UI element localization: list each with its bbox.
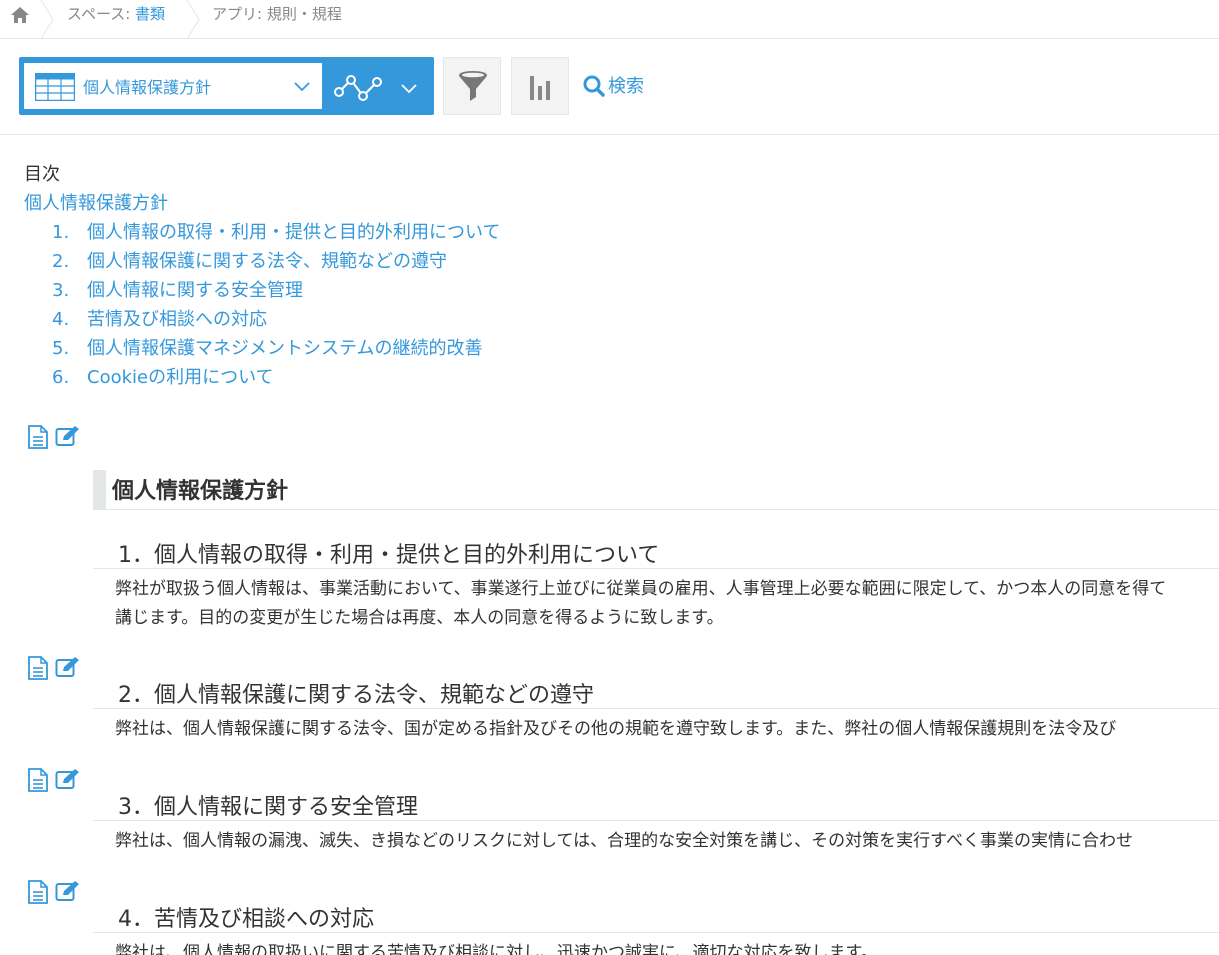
toc-item-label: 個人情報に関する安全管理 (87, 280, 303, 301)
record-actions (27, 425, 83, 449)
section-body-line: 弊社が取扱う個人情報は、事業活動において、事業遂行上並びに従業員の雇用、人事管理… (115, 579, 1167, 599)
breadcrumb-separator (40, 0, 54, 39)
chevron-down-icon[interactable] (293, 80, 311, 92)
main-heading-text: 個人情報保護方針 (112, 479, 289, 504)
edit-icon[interactable] (55, 880, 81, 902)
search-label: 検索 (608, 76, 644, 97)
document-icon[interactable] (27, 656, 49, 680)
edit-icon[interactable] (55, 656, 81, 678)
toc-item[interactable]: 5. 個人情報保護マネジメントシステムの継続的改善 (52, 334, 482, 360)
divider (0, 134, 1219, 135)
toc-item-label: 個人情報保護に関する法令、規範などの遵守 (87, 251, 447, 272)
section-body: 弊社は、個人情報の漏洩、滅失、き損などのリスクに対しては、合理的な安全対策を講じ… (115, 827, 1219, 856)
section-heading: 3．個人情報に関する安全管理 (93, 789, 1219, 821)
filter-icon (459, 71, 487, 101)
section-heading: 1．個人情報の取得・利用・提供と目的外利用について (93, 537, 1219, 569)
section-heading-text: 4．苦情及び相談への対応 (118, 907, 374, 932)
filter-button[interactable] (443, 57, 501, 115)
toc-item-number: 1. (52, 222, 70, 243)
document-icon[interactable] (27, 768, 49, 792)
toc-item-number: 6. (52, 367, 70, 388)
toc-item[interactable]: 4. 苦情及び相談への対応 (52, 305, 267, 331)
graph-icon[interactable] (333, 70, 383, 104)
breadcrumb: スペース: 書類 アプリ: 規則・規程 (0, 0, 1219, 39)
toc-item[interactable]: 3. 個人情報に関する安全管理 (52, 276, 303, 302)
record-actions (27, 656, 83, 680)
toc-title: 目次 (24, 164, 60, 185)
document-icon[interactable] (27, 425, 49, 449)
section-body: 弊社が取扱う個人情報は、事業活動において、事業遂行上並びに従業員の雇用、人事管理… (115, 575, 1219, 633)
edit-icon[interactable] (55, 768, 81, 790)
section-body-line: 弊社は、個人情報の漏洩、滅失、き損などのリスクに対しては、合理的な安全対策を講じ… (115, 831, 1133, 851)
section-body: 弊社は、個人情報保護に関する法令、国が定める指針及びその他の規範を遵守致します。… (115, 715, 1219, 744)
toc-item-number: 2. (52, 251, 70, 272)
toc-item-number: 5. (52, 338, 70, 359)
toc-main-link[interactable]: 個人情報保護方針 (24, 189, 168, 215)
section-heading-text: 2．個人情報保護に関する法令、規範などの遵守 (118, 683, 594, 708)
home-icon[interactable] (9, 5, 31, 25)
section-body-line: 弊社は、個人情報の取扱いに関する苦情及び相談に対し、迅速かつ誠実に、適切な対応を… (115, 943, 878, 955)
breadcrumb-separator (186, 0, 200, 39)
toc-item[interactable]: 1. 個人情報の取得・利用・提供と目的外利用について (52, 218, 500, 244)
breadcrumb-space-prefix: スペース: (67, 5, 136, 23)
toc-item-number: 3. (52, 280, 70, 301)
record-actions (27, 880, 83, 904)
view-name: 個人情報保護方針 (83, 78, 212, 97)
breadcrumb-space[interactable]: スペース: 書類 (67, 3, 165, 24)
search-icon (583, 75, 605, 97)
section-heading: 4．苦情及び相談への対応 (93, 901, 1219, 933)
toc-item-number: 4. (52, 309, 70, 330)
graph-button[interactable] (511, 57, 569, 115)
toc-item-label: 苦情及び相談への対応 (87, 309, 267, 330)
bar-chart-icon (530, 76, 550, 100)
chevron-down-icon[interactable] (400, 82, 418, 94)
toc-item-label: 個人情報保護マネジメントシステムの継続的改善 (87, 338, 483, 359)
breadcrumb-app[interactable]: アプリ: 規則・規程 (212, 3, 342, 24)
section-heading-text: 3．個人情報に関する安全管理 (118, 795, 418, 820)
table-view-icon (35, 73, 75, 101)
document-icon[interactable] (27, 880, 49, 904)
section-body-line: 講じます。目的の変更が生じた場合は再度、本人の同意を得るように致します。 (115, 608, 724, 628)
toc-item-label: Cookieの利用について (87, 367, 274, 388)
main-heading: 個人情報保護方針 (93, 470, 1219, 510)
toc-item[interactable]: 2. 個人情報保護に関する法令、規範などの遵守 (52, 247, 447, 273)
record-actions (27, 768, 83, 792)
section-heading: 2．個人情報保護に関する法令、規範などの遵守 (93, 677, 1219, 709)
toc-item[interactable]: 6. Cookieの利用について (52, 363, 274, 389)
section-heading-text: 1．個人情報の取得・利用・提供と目的外利用について (118, 543, 660, 568)
section-body-line: 弊社は、個人情報保護に関する法令、国が定める指針及びその他の規範を遵守致します。… (115, 719, 1117, 739)
breadcrumb-space-link[interactable]: 書類 (135, 5, 165, 23)
toc-item-label: 個人情報の取得・利用・提供と目的外利用について (87, 222, 501, 243)
section-body: 弊社は、個人情報の取扱いに関する苦情及び相談に対し、迅速かつ誠実に、適切な対応を… (115, 939, 1219, 955)
edit-icon[interactable] (55, 425, 81, 447)
